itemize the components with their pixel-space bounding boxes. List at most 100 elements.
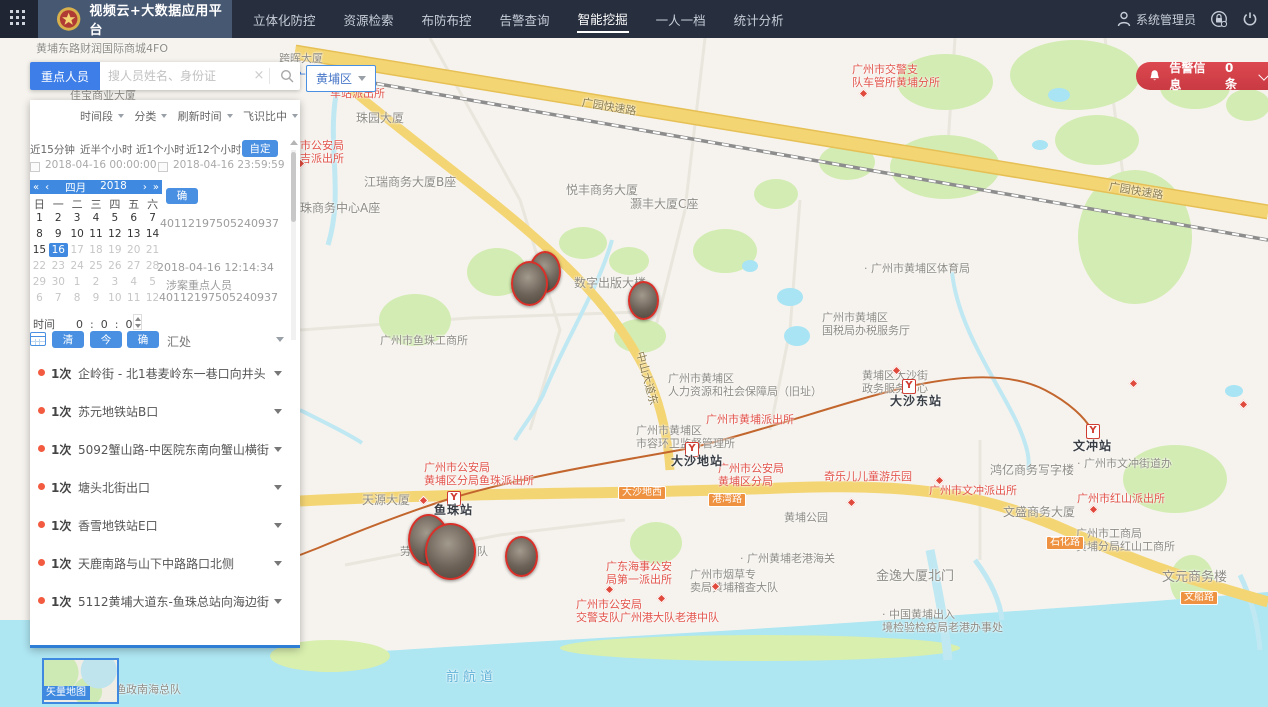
list-item-7[interactable]: 1次5112黄埔大道东-鱼珠总站向海边街（全）	[30, 592, 300, 630]
person-capture-marker-2[interactable]	[511, 261, 548, 306]
next-year-icon[interactable]: »	[150, 182, 162, 193]
chevron-down-icon[interactable]	[274, 599, 282, 604]
person-capture-marker-3[interactable]	[628, 281, 659, 320]
chevron-down-icon[interactable]	[274, 523, 282, 528]
chevron-down-icon[interactable]	[274, 409, 282, 414]
calendar-day[interactable]: 8	[68, 291, 87, 305]
list-item-4[interactable]: 1次塘头北街出口	[30, 478, 300, 516]
calendar-day[interactable]: 28	[143, 259, 162, 273]
power-icon[interactable]	[1242, 11, 1258, 27]
list-item-1[interactable]: 1次企岭街 - 北1巷麦岭东一巷口向井头	[30, 364, 300, 402]
calendar-day[interactable]: 4	[124, 275, 143, 289]
quick-range-4[interactable]: 近12个小时	[186, 142, 241, 157]
calendar-day[interactable]: 4	[87, 211, 106, 225]
calendar-day[interactable]: 26	[105, 259, 124, 273]
app-grid-button[interactable]	[0, 0, 38, 38]
quick-range-1[interactable]: 近15分钟	[30, 142, 75, 157]
calendar-day[interactable]: 15	[30, 243, 49, 257]
search-input[interactable]	[100, 62, 251, 90]
chevron-down-icon[interactable]	[274, 485, 282, 490]
date-from-value[interactable]: 2018-04-16 00:00:00	[45, 159, 157, 171]
nav-item-3[interactable]: 布防布控	[421, 7, 473, 32]
nav-item-5[interactable]: 智能挖掘	[577, 6, 629, 33]
scroll-up-icon[interactable]	[290, 140, 298, 145]
calendar-icon[interactable]	[30, 332, 46, 346]
prev-year-icon[interactable]: «	[30, 182, 42, 193]
chevron-down-icon[interactable]	[276, 337, 284, 342]
minimap-label[interactable]: 矢量地图	[42, 686, 90, 700]
nav-item-4[interactable]: 告警查询	[499, 7, 551, 32]
calendar-confirm-button[interactable]: 确定	[166, 188, 198, 204]
today-button[interactable]: 今天	[90, 331, 122, 348]
clear-icon[interactable]: ×	[251, 62, 267, 90]
time-stepper[interactable]	[133, 314, 142, 330]
list-item-2[interactable]: 1次苏元地铁站B口	[30, 402, 300, 440]
chevron-down-icon[interactable]	[274, 447, 282, 452]
calendar-day[interactable]: 11	[124, 291, 143, 305]
calendar-day[interactable]: 3	[68, 211, 87, 225]
calendar-month[interactable]: 四月	[62, 180, 89, 195]
calendar-day[interactable]: 12	[105, 227, 124, 241]
person-capture-marker-5[interactable]	[425, 523, 476, 580]
calendar-day[interactable]: 24	[68, 259, 87, 273]
calendar-day[interactable]: 8	[30, 227, 49, 241]
list-item-5[interactable]: 1次香雪地铁站E口	[30, 516, 300, 554]
calendar-day[interactable]: 18	[87, 243, 106, 257]
search-button[interactable]	[274, 62, 300, 90]
nav-item-6[interactable]: 一人一档	[655, 7, 707, 32]
nav-item-2[interactable]: 资源检索	[343, 7, 395, 32]
filter-dropdown-4[interactable]: 飞识比中	[243, 108, 298, 124]
calendar-day[interactable]: 11	[87, 227, 106, 241]
confirm-button[interactable]: 确定	[127, 331, 159, 348]
alert-banner[interactable]: 告警信息 0 条	[1136, 62, 1268, 90]
calendar-day[interactable]: 9	[87, 291, 106, 305]
metro-station-icon[interactable]: Y	[902, 379, 916, 394]
person-capture-marker-6[interactable]	[505, 536, 538, 577]
date-to-checkbox[interactable]	[158, 162, 168, 172]
list-item-3[interactable]: 1次5092蟹山路-中医院东南向蟹山横街	[30, 440, 300, 478]
calendar-day[interactable]: 16	[49, 243, 68, 257]
calendar-day[interactable]: 14	[143, 227, 162, 241]
tab-key-person[interactable]: 重点人员	[30, 62, 100, 90]
custom-range-button[interactable]: 自定义	[242, 140, 278, 157]
calendar-day[interactable]: 21	[143, 243, 162, 257]
date-to-value[interactable]: 2018-04-16 23:59:59	[173, 159, 285, 171]
nav-item-1[interactable]: 立体化防控	[252, 7, 317, 32]
calendar-day[interactable]: 5	[105, 211, 124, 225]
calendar-day[interactable]: 9	[49, 227, 68, 241]
calendar-day[interactable]: 2	[87, 275, 106, 289]
calendar-day[interactable]: 3	[105, 275, 124, 289]
district-select[interactable]: 黄埔区	[306, 65, 376, 92]
calendar-day[interactable]: 17	[68, 243, 87, 257]
scrollbar[interactable]	[291, 150, 296, 340]
calendar-day[interactable]: 27	[124, 259, 143, 273]
list-item-6[interactable]: 1次天鹿南路与山下中路路口北侧	[30, 554, 300, 592]
calendar-day[interactable]: 13	[124, 227, 143, 241]
date-from-checkbox[interactable]	[30, 162, 40, 172]
calendar-day[interactable]: 22	[30, 259, 49, 273]
logo-block[interactable]: 视频云+大数据应用平台	[38, 0, 232, 38]
calendar-day[interactable]: 2	[49, 211, 68, 225]
chevron-down-icon[interactable]	[1259, 69, 1268, 80]
filter-dropdown-1[interactable]: 时间段	[80, 108, 124, 124]
calendar-day[interactable]: 20	[124, 243, 143, 257]
filter-dropdown-3[interactable]: 刷新时间	[178, 108, 233, 124]
calendar-day[interactable]: 29	[30, 275, 49, 289]
calendar-day[interactable]: 19	[105, 243, 124, 257]
calendar-day[interactable]: 5	[143, 275, 162, 289]
time-minute[interactable]: 0	[97, 318, 111, 331]
user-menu[interactable]: 系统管理员	[1117, 11, 1196, 28]
metro-station-icon[interactable]: Y	[1086, 424, 1100, 439]
calendar-day[interactable]: 23	[49, 259, 68, 273]
chevron-down-icon[interactable]	[274, 371, 282, 376]
prev-month-icon[interactable]: ‹	[42, 182, 52, 193]
security-settings-icon[interactable]	[1210, 10, 1228, 28]
calendar-year[interactable]: 2018	[97, 180, 130, 195]
calendar-day[interactable]: 7	[143, 211, 162, 225]
calendar-day[interactable]: 25	[87, 259, 106, 273]
quick-range-2[interactable]: 近半个小时	[80, 142, 133, 157]
time-hour[interactable]: 0	[73, 318, 87, 331]
calendar-day[interactable]: 1	[68, 275, 87, 289]
calendar-day[interactable]: 6	[30, 291, 49, 305]
filter-dropdown-2[interactable]: 分类	[134, 108, 167, 124]
